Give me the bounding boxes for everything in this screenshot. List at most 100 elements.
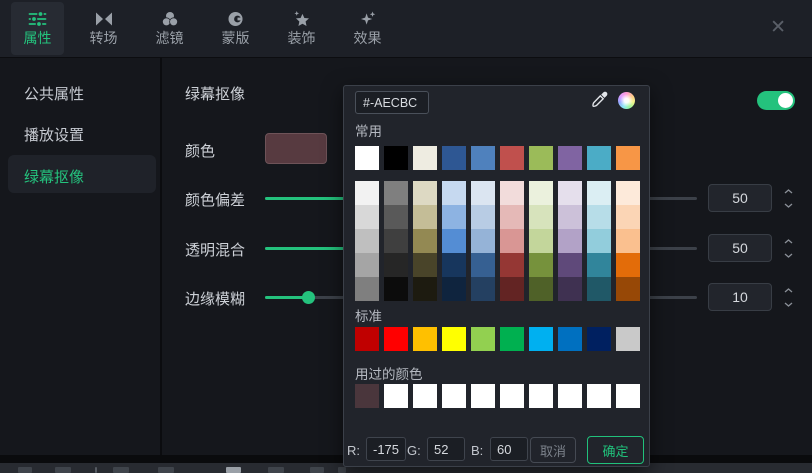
used-color-swatch[interactable] [355, 384, 379, 408]
tab-transitions[interactable]: 转场 [77, 2, 130, 55]
spinner-down-button[interactable] [780, 297, 797, 311]
spinner-down-button[interactable] [780, 198, 797, 212]
r-input[interactable] [366, 437, 406, 461]
theme-variant-swatch[interactable] [616, 181, 640, 205]
standard-color-swatch[interactable] [500, 327, 524, 351]
theme-variant-swatch[interactable] [384, 181, 408, 205]
theme-variant-swatch[interactable] [587, 253, 611, 277]
hex-color-input[interactable] [355, 91, 429, 114]
used-color-swatch[interactable] [529, 384, 553, 408]
theme-color-swatch[interactable] [558, 146, 582, 170]
theme-variant-swatch[interactable] [587, 277, 611, 301]
theme-color-swatch[interactable] [442, 146, 466, 170]
theme-color-swatch[interactable] [529, 146, 553, 170]
slider-value-input[interactable] [708, 184, 772, 212]
theme-variant-swatch[interactable] [529, 229, 553, 253]
theme-color-swatch[interactable] [500, 146, 524, 170]
theme-color-swatch[interactable] [355, 146, 379, 170]
theme-variant-swatch[interactable] [587, 205, 611, 229]
used-color-swatch[interactable] [442, 384, 466, 408]
theme-variant-swatch[interactable] [558, 253, 582, 277]
standard-color-swatch[interactable] [616, 327, 640, 351]
slider-thumb[interactable] [302, 291, 316, 304]
close-icon[interactable]: ✕ [770, 16, 786, 39]
slider-value-input[interactable] [708, 283, 772, 311]
b-input[interactable] [490, 437, 528, 461]
theme-variant-swatch[interactable] [355, 205, 379, 229]
theme-variant-swatch[interactable] [384, 205, 408, 229]
current-color-swatch[interactable] [265, 133, 327, 164]
theme-variant-swatch[interactable] [529, 181, 553, 205]
theme-variant-swatch[interactable] [355, 181, 379, 205]
theme-variant-swatch[interactable] [442, 253, 466, 277]
tab-decoration[interactable]: 装饰 [275, 2, 328, 55]
used-color-swatch[interactable] [384, 384, 408, 408]
theme-variant-swatch[interactable] [558, 181, 582, 205]
cancel-button[interactable]: 取消 [530, 437, 576, 463]
used-color-swatch[interactable] [500, 384, 524, 408]
standard-color-swatch[interactable] [471, 327, 495, 351]
keying-toggle[interactable] [757, 91, 795, 110]
theme-variant-swatch[interactable] [413, 181, 437, 205]
theme-variant-swatch[interactable] [616, 205, 640, 229]
sidebar-item-common-properties[interactable]: 公共属性 [24, 83, 84, 104]
spinner-up-button[interactable] [780, 283, 797, 297]
theme-variant-swatch[interactable] [384, 229, 408, 253]
theme-variant-swatch[interactable] [413, 205, 437, 229]
theme-variant-swatch[interactable] [471, 205, 495, 229]
theme-variant-swatch[interactable] [500, 229, 524, 253]
theme-variant-swatch[interactable] [558, 277, 582, 301]
theme-variant-swatch[interactable] [616, 229, 640, 253]
theme-color-swatch[interactable] [384, 146, 408, 170]
spinner-up-button[interactable] [780, 184, 797, 198]
theme-variant-swatch[interactable] [587, 229, 611, 253]
theme-variant-swatch[interactable] [413, 229, 437, 253]
theme-variant-swatch[interactable] [355, 229, 379, 253]
standard-color-swatch[interactable] [442, 327, 466, 351]
g-input[interactable] [427, 437, 465, 461]
theme-variant-swatch[interactable] [442, 181, 466, 205]
used-color-swatch[interactable] [558, 384, 582, 408]
theme-variant-swatch[interactable] [558, 229, 582, 253]
standard-color-swatch[interactable] [355, 327, 379, 351]
theme-variant-swatch[interactable] [616, 253, 640, 277]
theme-variant-swatch[interactable] [442, 277, 466, 301]
standard-color-swatch[interactable] [413, 327, 437, 351]
eyedropper-icon[interactable] [591, 91, 609, 109]
used-color-swatch[interactable] [616, 384, 640, 408]
theme-variant-swatch[interactable] [529, 277, 553, 301]
used-color-swatch[interactable] [413, 384, 437, 408]
standard-color-swatch[interactable] [558, 327, 582, 351]
theme-color-swatch[interactable] [616, 146, 640, 170]
theme-variant-swatch[interactable] [500, 181, 524, 205]
theme-color-swatch[interactable] [587, 146, 611, 170]
theme-variant-swatch[interactable] [355, 277, 379, 301]
standard-color-swatch[interactable] [587, 327, 611, 351]
theme-variant-swatch[interactable] [529, 253, 553, 277]
theme-variant-swatch[interactable] [442, 229, 466, 253]
tab-mask[interactable]: 蒙版 [209, 2, 262, 55]
theme-variant-swatch[interactable] [384, 277, 408, 301]
spinner-up-button[interactable] [780, 234, 797, 248]
theme-color-swatch[interactable] [471, 146, 495, 170]
used-color-swatch[interactable] [587, 384, 611, 408]
theme-variant-swatch[interactable] [442, 205, 466, 229]
standard-color-swatch[interactable] [529, 327, 553, 351]
confirm-button[interactable]: 确定 [587, 436, 644, 464]
sidebar-item-playback-settings[interactable]: 播放设置 [24, 124, 84, 145]
theme-variant-swatch[interactable] [500, 205, 524, 229]
theme-variant-swatch[interactable] [616, 277, 640, 301]
theme-variant-swatch[interactable] [355, 253, 379, 277]
tab-effects[interactable]: 效果 [341, 2, 394, 55]
theme-variant-swatch[interactable] [471, 181, 495, 205]
standard-color-swatch[interactable] [384, 327, 408, 351]
tab-filters[interactable]: 滤镜 [143, 2, 196, 55]
theme-variant-swatch[interactable] [500, 277, 524, 301]
slider-value-input[interactable] [708, 234, 772, 262]
theme-variant-swatch[interactable] [558, 205, 582, 229]
theme-variant-swatch[interactable] [384, 253, 408, 277]
theme-variant-swatch[interactable] [471, 253, 495, 277]
tab-properties[interactable]: 属性 [11, 2, 64, 55]
theme-variant-swatch[interactable] [471, 277, 495, 301]
theme-variant-swatch[interactable] [587, 181, 611, 205]
